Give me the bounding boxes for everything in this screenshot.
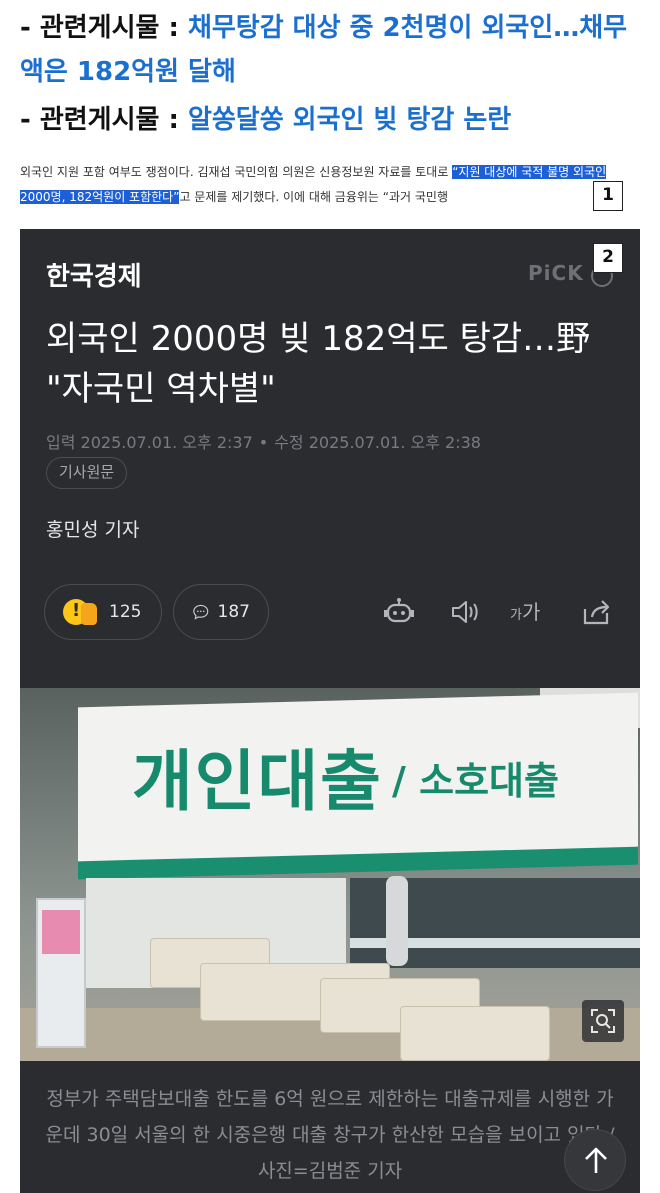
article-photo[interactable]: 개인대출 / 소호대출	[20, 688, 640, 1061]
reporter-name[interactable]: 홍민성 기자	[46, 515, 139, 542]
font-size-icon[interactable]: 가가	[510, 595, 544, 629]
pick-badge[interactable]: PiCK	[528, 261, 584, 285]
waiting-sofa	[400, 1006, 550, 1061]
snippet-text-after: 고 문제를 제기했다. 이에 대해 금융위는 “과거 국민행	[179, 190, 449, 204]
annotation-badge-2: 2	[593, 243, 623, 273]
input-time: 입력 2025.07.01. 오후 2:37	[46, 433, 253, 452]
comment-button[interactable]: 187	[173, 584, 269, 640]
sign-text-main: 개인대출	[132, 743, 383, 820]
comment-icon	[193, 604, 209, 620]
reaction-button[interactable]: 125	[44, 584, 162, 640]
annotation-badge-1: 1	[593, 181, 623, 211]
photo-caption: 정부가 주택담보대출 한도를 6억 원으로 제한하는 대출규제를 시행한 가운데…	[45, 1088, 615, 1182]
article-timestamps: 입력 2025.07.01. 오후 2:37 • 수정 2025.07.01. 오후…	[46, 429, 481, 453]
article-snippet: 외국인 지원 포함 여부도 쟁점이다. 김재섭 국민의힘 의원은 신용정보원 자…	[20, 160, 640, 216]
related-post-link[interactable]: 알쏭달쏭 외국인 빚 탕감 논란	[188, 105, 511, 135]
article-headline: 외국인 2000명 빚 182억도 탕감…野 "자국민 역차별"	[46, 319, 591, 409]
news-article-card: 한국경제 PiCK 외국인 2000명 빚 182억도 탕감…野 "자국민 역차…	[20, 229, 640, 1193]
original-article-button[interactable]: 기사원문	[46, 457, 128, 489]
scroll-to-top-button[interactable]	[564, 1129, 626, 1191]
related-post-label: - 관련게시물 :	[20, 105, 188, 135]
speaker-icon[interactable]	[448, 595, 482, 629]
meta-separator: •	[258, 433, 269, 452]
reaction-count: 125	[109, 602, 142, 622]
sign-text-sub: / 소호대출	[392, 759, 559, 803]
person-figure	[386, 876, 408, 966]
snippet-text-before: 외국인 지원 포함 여부도 쟁점이다. 김재섭 국민의힘 의원은 신용정보원 자…	[20, 165, 453, 179]
zoom-button[interactable]	[582, 1000, 624, 1042]
comment-count: 187	[217, 602, 250, 622]
font-size-big-label: 가	[521, 600, 541, 624]
zoom-icon	[591, 1009, 615, 1033]
related-post-1: - 관련게시물 : 채무탕감 대상 중 2천명이 외국인…채무액은 182억원 …	[20, 6, 640, 94]
summary-bot-icon[interactable]	[382, 595, 416, 629]
related-post-label: - 관련게시물 :	[20, 13, 188, 43]
font-size-small-label: 가	[510, 608, 522, 623]
share-icon[interactable]	[580, 595, 614, 629]
edit-time: 수정 2025.07.01. 오후 2:38	[274, 433, 481, 452]
arrow-up-icon	[585, 1147, 607, 1173]
press-logo[interactable]: 한국경제	[46, 256, 142, 293]
reaction-emoji-icon	[63, 597, 101, 627]
related-post-2: - 관련게시물 : 알쏭달쏭 외국인 빚 탕감 논란	[20, 98, 640, 142]
